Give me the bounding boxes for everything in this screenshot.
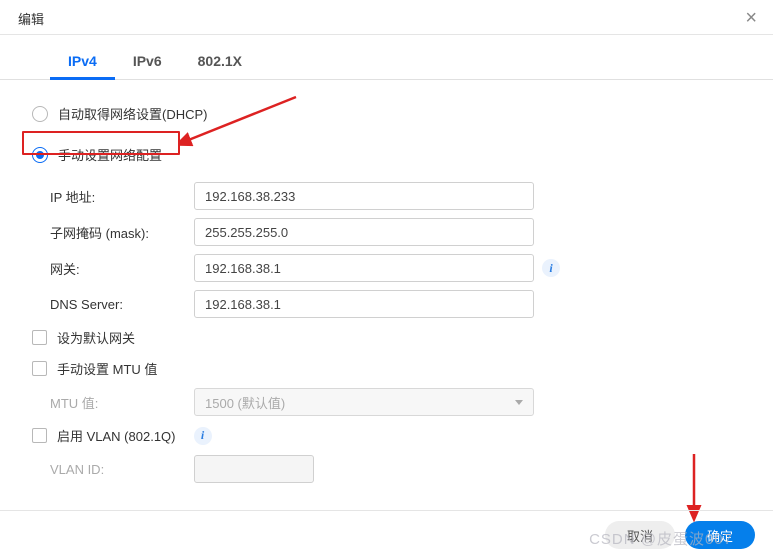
- row-enable-vlan[interactable]: 启用 VLAN (802.1Q) i: [24, 420, 749, 451]
- row-gateway: 网关: i: [24, 250, 749, 286]
- radio-dhcp-label: 自动取得网络设置(DHCP): [58, 104, 208, 123]
- row-mask: 子网掩码 (mask):: [24, 214, 749, 250]
- select-mtu-value: 1500 (默认值): [205, 393, 285, 412]
- label-mask: 子网掩码 (mask):: [24, 223, 194, 242]
- input-dns[interactable]: [194, 290, 534, 318]
- label-gateway: 网关:: [24, 259, 194, 278]
- row-ip: IP 地址:: [24, 178, 749, 214]
- input-gateway[interactable]: [194, 254, 534, 282]
- close-icon[interactable]: ×: [745, 8, 757, 28]
- input-vlanid: [194, 455, 314, 483]
- confirm-button[interactable]: 确定: [685, 521, 755, 549]
- tab-8021x[interactable]: 802.1X: [180, 45, 260, 79]
- label-enable-vlan: 启用 VLAN (802.1Q): [57, 426, 176, 445]
- row-dns: DNS Server:: [24, 286, 749, 322]
- row-vlanid: VLAN ID:: [24, 451, 749, 487]
- row-mtu: MTU 值: 1500 (默认值): [24, 384, 749, 420]
- label-manual-mtu: 手动设置 MTU 值: [57, 359, 157, 378]
- info-icon[interactable]: i: [542, 259, 560, 277]
- label-mtu: MTU 值:: [24, 393, 194, 412]
- checkbox-manual-mtu[interactable]: [32, 361, 47, 376]
- input-mask[interactable]: [194, 218, 534, 246]
- label-vlanid: VLAN ID:: [24, 462, 194, 477]
- radio-manual-row[interactable]: 手动设置网络配置: [24, 141, 749, 168]
- tab-ipv4[interactable]: IPv4: [50, 45, 115, 79]
- dialog-title: 编辑: [18, 9, 44, 28]
- label-dns: DNS Server:: [24, 297, 194, 312]
- info-icon[interactable]: i: [194, 427, 212, 445]
- label-default-gateway: 设为默认网关: [57, 328, 135, 347]
- radio-manual[interactable]: [32, 147, 48, 163]
- row-default-gateway[interactable]: 设为默认网关: [24, 322, 749, 353]
- checkbox-enable-vlan[interactable]: [32, 428, 47, 443]
- input-ip[interactable]: [194, 182, 534, 210]
- radio-dhcp[interactable]: [32, 106, 48, 122]
- cancel-button[interactable]: 取消: [605, 521, 675, 549]
- dialog-footer: 取消 确定: [0, 510, 773, 559]
- chevron-down-icon: [515, 400, 523, 405]
- select-mtu: 1500 (默认值): [194, 388, 534, 416]
- tab-ipv6[interactable]: IPv6: [115, 45, 180, 79]
- label-ip: IP 地址:: [24, 187, 194, 206]
- checkbox-default-gateway[interactable]: [32, 330, 47, 345]
- dialog-header: 编辑 ×: [0, 0, 773, 35]
- tab-bar: IPv4 IPv6 802.1X: [0, 35, 773, 80]
- radio-manual-label: 手动设置网络配置: [58, 145, 162, 164]
- row-manual-mtu[interactable]: 手动设置 MTU 值: [24, 353, 749, 384]
- form-area: 自动取得网络设置(DHCP) 手动设置网络配置 IP 地址: 子网掩码 (mas…: [0, 100, 773, 487]
- radio-dhcp-row[interactable]: 自动取得网络设置(DHCP): [24, 100, 749, 127]
